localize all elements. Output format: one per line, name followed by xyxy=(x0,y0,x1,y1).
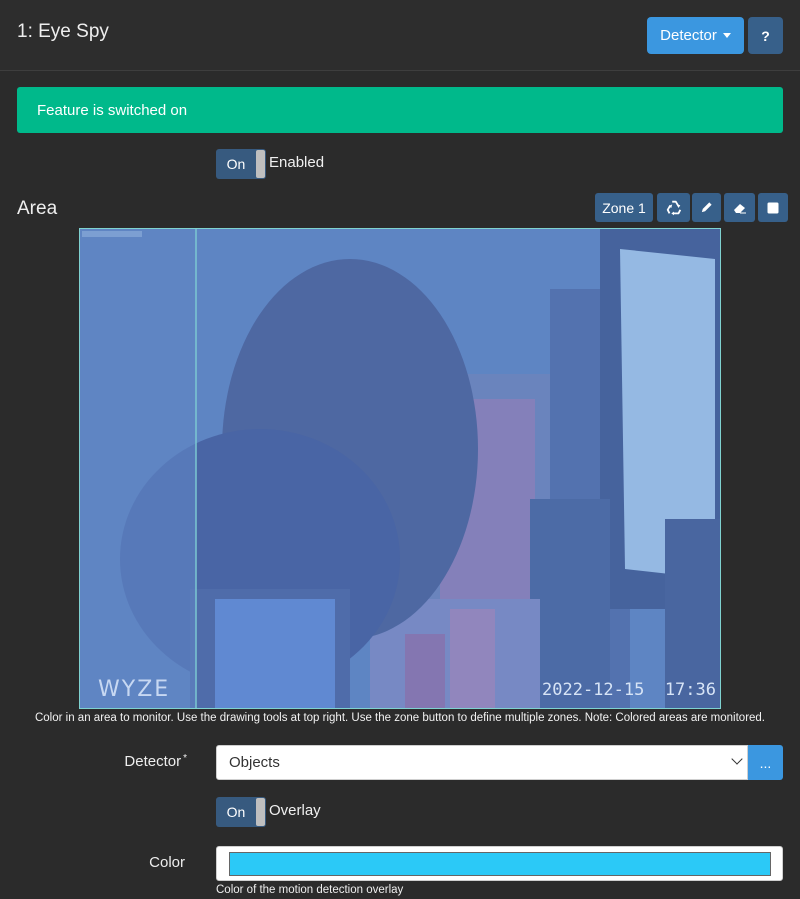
overlay-toggle-state: On xyxy=(226,804,246,820)
camera-timestamp: 2022-12-15 17:36:04 xyxy=(542,680,720,700)
camera-image xyxy=(80,229,720,708)
overlay-toggle[interactable]: On xyxy=(216,797,266,827)
recycle-icon xyxy=(666,200,681,215)
page-title: 1: Eye Spy xyxy=(17,21,109,42)
chevron-down-icon xyxy=(731,753,743,765)
detector-dropdown-button[interactable]: Detector xyxy=(647,17,744,54)
status-alert-text: Feature is switched on xyxy=(37,101,188,119)
required-mark: * xyxy=(183,753,187,764)
draw-button[interactable] xyxy=(692,193,721,222)
color-swatch xyxy=(229,852,771,876)
recycle-button[interactable] xyxy=(657,193,690,222)
eraser-icon xyxy=(733,203,746,213)
overlay-label: Overlay xyxy=(269,802,321,819)
detector-label-text: Detector xyxy=(124,753,182,770)
enabled-label: Enabled xyxy=(269,154,325,171)
erase-button[interactable] xyxy=(724,193,755,222)
toggle-knob xyxy=(256,150,265,178)
toggle-knob xyxy=(256,798,265,826)
color-label: Color xyxy=(149,854,185,871)
color-picker[interactable] xyxy=(216,846,783,881)
detector-button-label: Detector xyxy=(660,27,717,44)
detector-label: Detector * xyxy=(60,753,187,770)
zone-button[interactable]: Zone 1 xyxy=(595,193,653,222)
area-heading: Area xyxy=(17,198,58,219)
pencil-icon xyxy=(701,202,712,213)
clear-button[interactable] xyxy=(758,193,788,222)
detector-options-button[interactable]: ... xyxy=(748,745,783,780)
area-help-text: Color in an area to monitor. Use the dra… xyxy=(34,712,766,724)
square-icon xyxy=(767,202,779,213)
camera-view[interactable]: WYZE 2022-12-15 17:36:04 xyxy=(79,228,721,709)
color-help-text: Color of the motion detection overlay xyxy=(216,884,404,896)
enabled-toggle-state: On xyxy=(226,156,246,172)
status-alert: Feature is switched on xyxy=(17,87,783,133)
camera-watermark: WYZE xyxy=(98,677,171,702)
enabled-toggle[interactable]: On xyxy=(216,149,266,179)
help-button[interactable]: ? xyxy=(748,17,783,54)
detector-select[interactable]: Objects xyxy=(216,745,748,780)
page-header: 1: Eye Spy Detector ? xyxy=(0,0,800,71)
detector-select-value: Objects xyxy=(229,754,280,771)
caret-down-icon xyxy=(722,33,731,38)
